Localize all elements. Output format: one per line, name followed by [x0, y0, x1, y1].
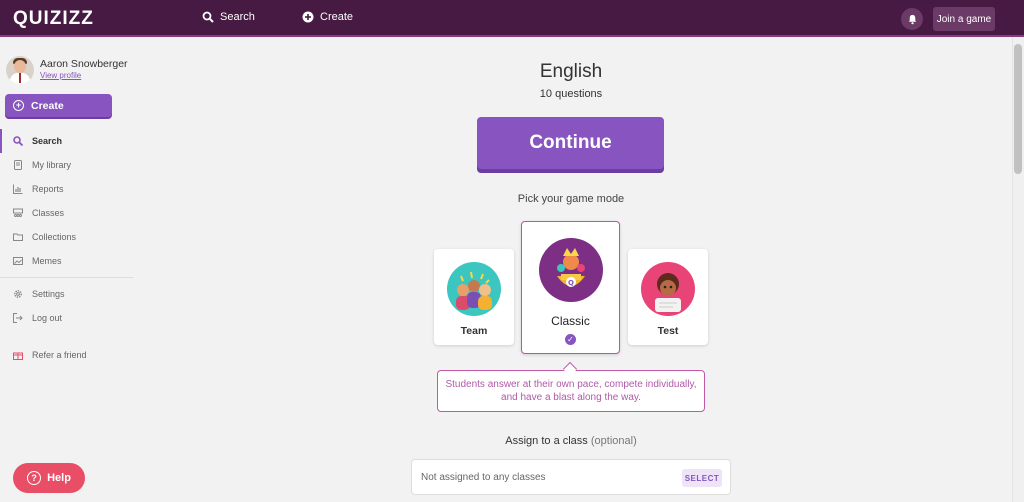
- sidebar-item-label: Settings: [32, 289, 65, 299]
- plus-icon: +: [13, 100, 24, 111]
- search-icon: [202, 11, 214, 23]
- mode-label-classic: Classic: [551, 314, 590, 328]
- gear-icon: [14, 290, 22, 298]
- sidebar-item-label: My library: [32, 160, 72, 170]
- avatar[interactable]: [6, 56, 34, 84]
- sidebar-item-label: Search: [32, 136, 63, 146]
- quiz-title: English: [539, 61, 603, 82]
- folder-icon: [13, 233, 23, 241]
- continue-button[interactable]: Continue: [477, 117, 664, 169]
- mode-label-team: Team: [460, 325, 488, 337]
- question-count: 10 questions: [539, 88, 603, 100]
- join-game-button[interactable]: Join a game: [933, 7, 995, 31]
- profile-name: Aaron Snowberger: [40, 58, 128, 70]
- sidebar-menu: Search My library Reports Classes Collec…: [0, 129, 133, 330]
- nav-search-link[interactable]: Search: [202, 11, 255, 23]
- mode-label-test: Test: [657, 325, 679, 337]
- sidebar-item-label: Memes: [32, 256, 62, 266]
- refer-label: Refer a friend: [32, 350, 87, 360]
- help-button[interactable]: ? Help: [13, 463, 85, 493]
- test-illustration: [641, 262, 695, 316]
- assign-class-heading: Assign to a class (optional): [471, 435, 671, 447]
- select-class-button[interactable]: SELECT: [682, 469, 722, 487]
- scrollbar-thumb[interactable]: [1014, 44, 1022, 174]
- question-icon: ?: [27, 471, 42, 485]
- mode-card-classic[interactable]: Q Classic ✓: [521, 221, 620, 354]
- create-button[interactable]: + Create: [5, 94, 112, 117]
- view-profile-link[interactable]: View profile: [40, 71, 128, 80]
- sidebar-item-settings[interactable]: Settings: [0, 282, 133, 306]
- nav-search-label: Search: [220, 11, 255, 23]
- sidebar-item-collections[interactable]: Collections: [0, 225, 133, 249]
- sidebar-item-label: Collections: [32, 232, 77, 242]
- sidebar-item-memes[interactable]: Memes: [0, 249, 133, 273]
- sidebar-item-label: Classes: [32, 208, 65, 218]
- classic-illustration: Q: [538, 238, 603, 302]
- sidebar-item-reports[interactable]: Reports: [0, 177, 133, 201]
- svg-text:Q: Q: [568, 279, 574, 287]
- quizizz-logo[interactable]: QUIZIZZ: [13, 8, 94, 30]
- assign-label: Assign to a class: [505, 435, 588, 447]
- sidebar-item-my-library[interactable]: My library: [0, 153, 133, 177]
- library-icon: [14, 160, 22, 170]
- notifications-button[interactable]: [901, 8, 923, 30]
- help-label: Help: [47, 472, 71, 484]
- pick-game-mode-heading: Pick your game mode: [517, 193, 625, 205]
- sidebar-item-label: Reports: [32, 184, 64, 194]
- bell-icon: [908, 14, 916, 24]
- sidebar-item-search[interactable]: Search: [0, 129, 133, 153]
- image-icon: [13, 257, 23, 265]
- sidebar-divider: [0, 277, 133, 278]
- assign-optional: (optional): [590, 435, 637, 447]
- nav-create-label: Create: [320, 11, 354, 23]
- reports-icon: [13, 184, 23, 194]
- assign-placeholder: Not assigned to any classes: [421, 471, 546, 483]
- sidebar-item-log-out[interactable]: Log out: [0, 306, 133, 330]
- top-nav-bar: QUIZIZZ Search Create Join a game: [0, 0, 1024, 37]
- create-button-label: Create: [31, 99, 64, 112]
- check-icon: ✓: [565, 334, 576, 345]
- sidebar-item-classes[interactable]: Classes: [0, 201, 133, 225]
- mode-card-test[interactable]: Test: [628, 249, 708, 345]
- mode-description: Students answer at their own pace, compe…: [437, 370, 705, 412]
- search-icon: [13, 136, 23, 146]
- gift-icon: [13, 352, 23, 360]
- sidebar: Aaron Snowberger View profile + Create S…: [0, 39, 133, 502]
- profile-section: Aaron Snowberger View profile: [6, 56, 128, 84]
- mode-card-team[interactable]: Team: [434, 249, 514, 345]
- logout-icon: [13, 313, 23, 323]
- team-illustration: [447, 262, 501, 316]
- assign-class-field[interactable]: Not assigned to any classes SELECT: [411, 459, 731, 495]
- refer-a-friend-link[interactable]: Refer a friend: [13, 350, 87, 360]
- plus-circle-icon: [302, 11, 314, 23]
- nav-create-link[interactable]: Create: [302, 11, 353, 23]
- sidebar-item-label: Log out: [32, 313, 63, 323]
- classes-icon: [13, 208, 23, 217]
